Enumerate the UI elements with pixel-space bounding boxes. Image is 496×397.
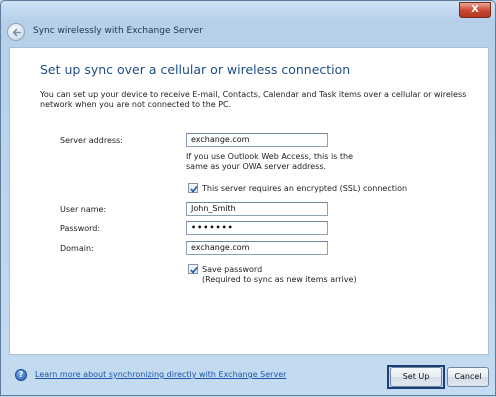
server-address-input[interactable]: exchange.com <box>186 133 328 147</box>
server-address-hint-line1: If you use Outlook Web Access, this is t… <box>186 152 354 161</box>
domain-label: Domain: <box>60 244 94 253</box>
learn-more-link[interactable]: Learn more about synchronizing directly … <box>35 370 286 379</box>
back-arrow-icon <box>12 28 21 37</box>
ssl-checkbox[interactable] <box>188 183 198 193</box>
save-password-note: (Required to sync as new items arrive) <box>202 275 357 284</box>
page-description: You can set up your device to receive E-… <box>40 90 467 109</box>
server-address-hint-line2: same as your OWA server address. <box>186 162 327 171</box>
save-password-checkbox[interactable] <box>188 264 198 274</box>
check-icon <box>190 267 198 274</box>
save-password-label[interactable]: Save password <box>202 265 262 274</box>
username-input[interactable]: John_Smith <box>186 202 328 216</box>
content-panel: Set up sync over a cellular or wireless … <box>9 47 489 355</box>
window-title: Sync wirelessly with Exchange Server <box>33 26 203 36</box>
password-input[interactable]: ••••••• <box>186 221 328 235</box>
cancel-button[interactable]: Cancel <box>447 367 489 387</box>
setup-button[interactable]: Set Up <box>390 367 442 387</box>
dialog-window: X Sync wirelessly with Exchange Server S… <box>0 0 496 396</box>
check-icon <box>190 186 198 193</box>
password-label: Password: <box>60 224 101 233</box>
back-button[interactable] <box>7 23 25 41</box>
server-address-label: Server address: <box>60 136 123 145</box>
help-icon: ? <box>15 369 27 381</box>
username-label: User name: <box>60 205 107 214</box>
ssl-label[interactable]: This server requires an encrypted (SSL) … <box>202 184 407 193</box>
page-heading: Set up sync over a cellular or wireless … <box>40 62 351 77</box>
close-icon: X <box>471 4 479 15</box>
close-button[interactable]: X <box>459 2 491 18</box>
domain-input[interactable]: exchange.com <box>186 241 328 255</box>
title-bar: Sync wirelessly with Exchange Server <box>7 23 489 43</box>
